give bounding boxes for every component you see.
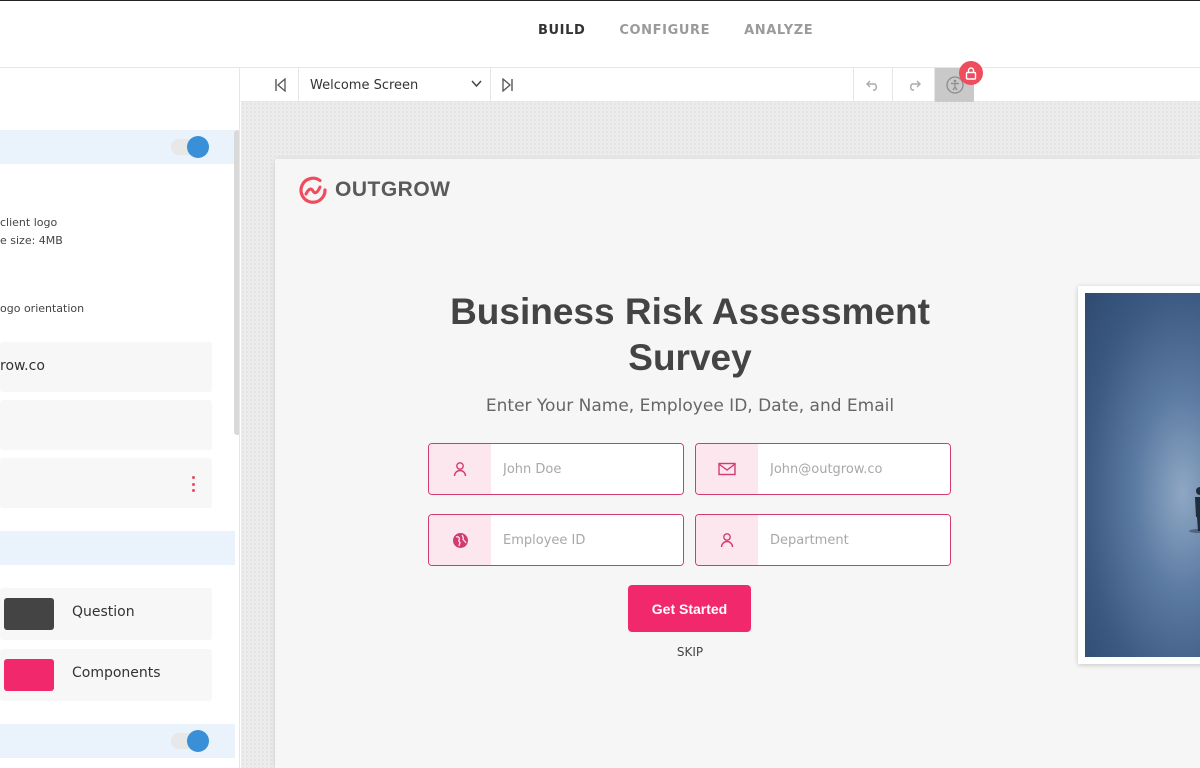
tab-configure[interactable]: CONFIGURE: [619, 23, 710, 38]
department-field: [695, 514, 951, 566]
chevron-down-icon: [471, 80, 482, 88]
brand-name: OUTGROW: [335, 178, 451, 201]
components-color-label: Components: [72, 665, 161, 681]
question-color-label: Question: [72, 604, 135, 620]
color-row-components[interactable]: Components: [0, 649, 212, 701]
redo-button[interactable]: [893, 68, 935, 102]
editor-toolbar: Welcome Screen: [241, 61, 1200, 102]
email-input[interactable]: [758, 444, 950, 494]
globe-icon: [452, 532, 468, 548]
page-subtitle: Enter Your Name, Employee ID, Date, and …: [485, 396, 895, 416]
logo-size-text: e size: 4MB: [0, 234, 63, 247]
first-screen-icon: [275, 78, 286, 92]
page-title: Business Risk Assessment Survey: [355, 289, 1025, 381]
hero-image: [1085, 293, 1200, 657]
section-header-bottom: [0, 724, 235, 758]
website-field[interactable]: row.co: [0, 342, 212, 392]
screen-select[interactable]: Welcome Screen: [298, 68, 491, 102]
question-color-swatch[interactable]: [4, 598, 54, 630]
color-row-question[interactable]: Question: [0, 588, 212, 640]
person-silhouette-icon: [1189, 487, 1200, 533]
email-field: [695, 443, 951, 495]
section-header: [0, 130, 235, 164]
screen-select-value: Welcome Screen: [310, 77, 419, 93]
employee-id-input[interactable]: [491, 515, 683, 565]
undo-button[interactable]: [853, 68, 893, 102]
tab-analyze[interactable]: ANALYZE: [744, 23, 813, 38]
title-line-1: Business Risk Assessment: [450, 291, 930, 332]
brand-logo: OUTGROW: [298, 175, 450, 205]
top-bar: BUILD CONFIGURE ANALYZE: [0, 0, 1200, 68]
last-screen-button[interactable]: [491, 68, 525, 102]
tab-build[interactable]: BUILD: [538, 23, 585, 38]
user-icon: [453, 462, 467, 477]
section-toggle-bottom[interactable]: [171, 730, 209, 752]
user-icon-box: [429, 444, 491, 494]
employee-id-field: [428, 514, 684, 566]
colors-section-header: [0, 531, 235, 565]
more-options-icon[interactable]: [192, 476, 196, 492]
welcome-screen-preview: OUTGROW Business Risk Assessment Survey …: [275, 159, 1200, 768]
website-value: row.co: [0, 358, 45, 374]
top-nav: BUILD CONFIGURE ANALYZE: [538, 23, 813, 38]
panel-scrollbar[interactable]: [234, 130, 239, 435]
lock-icon: [965, 66, 977, 80]
title-line-2: Survey: [628, 337, 752, 378]
mail-icon: [718, 462, 736, 476]
department-input[interactable]: [758, 515, 950, 565]
section-toggle[interactable]: [171, 136, 209, 158]
mail-icon-box: [696, 444, 758, 494]
user-icon: [720, 533, 734, 548]
globe-icon-box: [429, 515, 491, 565]
first-screen-button[interactable]: [263, 68, 297, 102]
left-settings-panel: client logo e size: 4MB ogo orientation …: [0, 68, 240, 768]
logo-orientation-label: ogo orientation: [0, 302, 85, 315]
empty-field[interactable]: [0, 400, 212, 450]
option-row[interactable]: [0, 458, 212, 508]
hero-image-frame: [1078, 286, 1200, 664]
last-screen-icon: [502, 78, 513, 92]
outgrow-logo-icon: [299, 176, 327, 204]
redo-icon: [909, 80, 921, 91]
components-color-swatch[interactable]: [4, 659, 54, 691]
name-input[interactable]: [491, 444, 683, 494]
name-field: [428, 443, 684, 495]
department-user-icon-box: [696, 515, 758, 565]
lock-badge[interactable]: [959, 61, 983, 85]
logo-help-text: client logo: [0, 216, 58, 229]
get-started-button[interactable]: Get Started: [628, 585, 751, 632]
undo-icon: [866, 80, 877, 91]
skip-link[interactable]: SKIP: [665, 645, 715, 659]
